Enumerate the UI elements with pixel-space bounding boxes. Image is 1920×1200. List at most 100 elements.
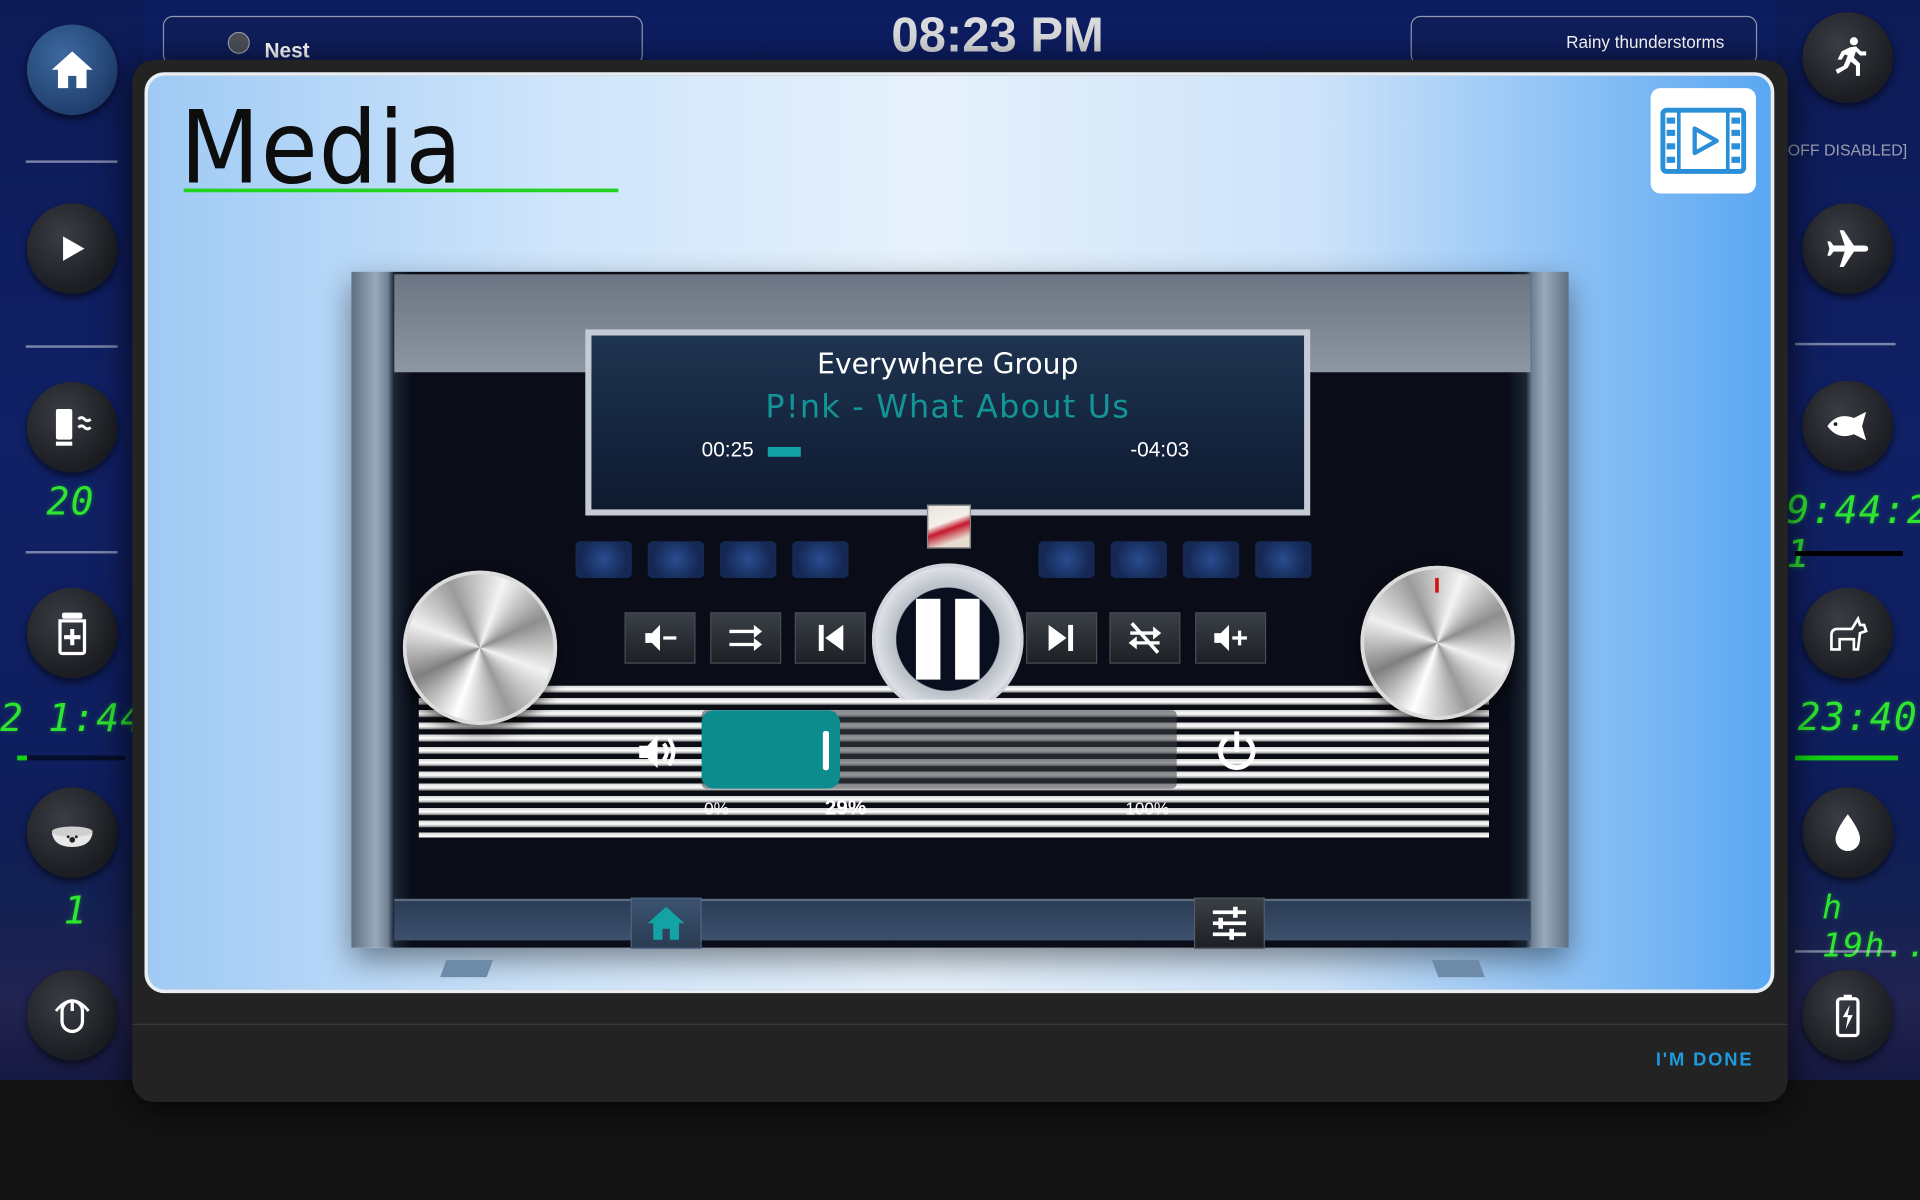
pause-icon [955, 598, 980, 680]
led-light [792, 541, 849, 578]
pet-bowl-button[interactable] [26, 787, 118, 878]
led-light [1110, 541, 1167, 578]
left-knob[interactable] [402, 570, 558, 725]
knob-indicator [1435, 577, 1439, 593]
medicine-button[interactable] [26, 587, 118, 679]
repeat-off-button[interactable] [1109, 612, 1181, 664]
led-light [1182, 541, 1240, 578]
play-icon [63, 236, 85, 261]
artist-name: Everywhere Group [817, 348, 1079, 381]
rail-divider [25, 345, 118, 348]
right-progress [1795, 755, 1898, 761]
skip-previous-icon [818, 624, 844, 652]
done-button[interactable]: I'M DONE [1656, 1049, 1754, 1070]
bowl-count: 1 [63, 888, 88, 934]
airplane-button[interactable] [1802, 203, 1894, 294]
volume-down-button[interactable] [624, 612, 696, 664]
volume-max-label: 100% [1125, 798, 1170, 818]
volume-up-icon [1214, 624, 1247, 652]
pause-button[interactable] [871, 563, 1024, 700]
mouse-icon [54, 999, 90, 1034]
radio-foot [440, 960, 493, 978]
dog-icon [1830, 615, 1868, 651]
play-button[interactable] [26, 203, 118, 294]
volume-slider-fill [701, 710, 840, 789]
pet-bowl-icon [51, 826, 93, 847]
pause-icon [915, 598, 941, 680]
radio-player: Everywhere Group P!nk - What About Us 00… [351, 271, 1569, 978]
rail-divider [25, 551, 118, 554]
right-timer-track [1795, 551, 1903, 556]
led-group-left [575, 541, 849, 580]
rail-divider [25, 160, 118, 163]
power-button[interactable] [1212, 727, 1261, 776]
equalizer-button[interactable] [1193, 897, 1265, 949]
volume-slider-handle[interactable] [822, 731, 829, 771]
home-button[interactable] [26, 24, 118, 116]
clock: 08:23 PM [891, 8, 1104, 63]
volume-down-icon [645, 624, 677, 652]
volume-min-label: 0% [704, 798, 729, 818]
skip-next-icon [1048, 624, 1074, 652]
track-progress[interactable] [767, 446, 1118, 457]
power-icon [1218, 731, 1256, 771]
right-knob[interactable] [1360, 565, 1515, 721]
media-panel: Media Everywhere Group P!nk - What About… [144, 72, 1775, 994]
running-icon [1835, 37, 1867, 76]
speaker-icon [639, 735, 676, 769]
weather-card[interactable]: Rainy thunderstorms [1410, 15, 1758, 65]
led-light [1038, 541, 1095, 578]
weather-label: Rainy thunderstorms [1566, 31, 1725, 52]
volume-slider-icon [633, 727, 682, 776]
led-light [720, 541, 777, 578]
right-status-value: h 19h.. [1822, 888, 1920, 965]
led-group-right [1038, 541, 1312, 580]
mouse-button[interactable] [26, 969, 118, 1061]
fish-button[interactable] [1802, 380, 1894, 472]
home-icon [51, 51, 93, 89]
dog-button[interactable] [1802, 587, 1894, 679]
fish-icon [1827, 411, 1867, 441]
remaining-time: -04:03 [1130, 438, 1190, 462]
water-drop-icon [1835, 814, 1861, 852]
timer-track [17, 755, 125, 761]
running-button[interactable] [1802, 12, 1894, 103]
repeat-off-icon [1128, 622, 1162, 654]
heater-icon [55, 408, 92, 446]
led-light [575, 541, 632, 578]
airplane-icon [1827, 230, 1869, 267]
heater-button[interactable] [26, 382, 118, 473]
next-button[interactable] [1026, 612, 1098, 664]
right-time-value: 23:40 [1797, 695, 1918, 740]
media-dialog: Media Everywhere Group P!nk - What About… [132, 60, 1788, 1103]
battery-button[interactable] [1802, 969, 1894, 1061]
equalizer-icon [1212, 906, 1246, 940]
right-timer-value: 9:44:2 1 [1786, 488, 1920, 577]
shuffle-icon [729, 624, 763, 652]
now-playing-display: Everywhere Group P!nk - What About Us 00… [585, 329, 1311, 516]
video-library-button[interactable] [1650, 88, 1756, 194]
timer-progress [17, 755, 27, 761]
heater-value: 20 [46, 480, 95, 525]
battery-charging-icon [1835, 994, 1860, 1038]
status-text: OFF DISABLED] [1787, 140, 1908, 160]
rail-divider [1795, 342, 1896, 346]
rail-divider [1795, 950, 1896, 953]
nest-card[interactable]: Nest [162, 15, 643, 65]
volume-up-button[interactable] [1195, 612, 1267, 664]
previous-button[interactable] [794, 612, 866, 664]
radio-home-button[interactable] [630, 897, 702, 949]
song-title: P!nk - What About Us [765, 389, 1131, 427]
water-button[interactable] [1802, 787, 1894, 878]
screen: 08:23 PM Nest Rainy thunderstorms OFF DI… [0, 0, 1920, 1200]
medicine-icon [58, 612, 87, 656]
volume-current-label: 29% [824, 795, 867, 820]
track-progress-fill [767, 446, 801, 457]
led-light [647, 541, 705, 578]
clock-icon [227, 31, 250, 54]
dialog-divider [132, 1023, 1788, 1025]
video-film-icon [1660, 107, 1747, 174]
home-icon [647, 906, 685, 940]
shuffle-button[interactable] [710, 612, 782, 664]
radio-foot [1431, 960, 1485, 978]
